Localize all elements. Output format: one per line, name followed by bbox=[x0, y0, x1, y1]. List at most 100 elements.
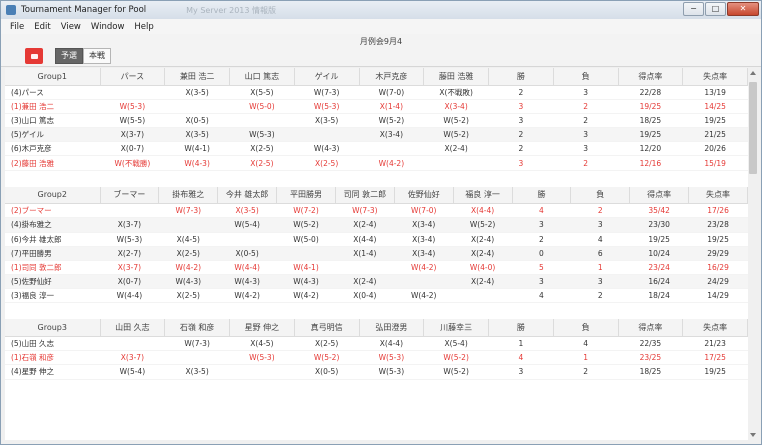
table-row[interactable]: (4)掛布雅之 X(3-7) W(5-4) W(5-2) X(2-4) X(3-4) W(5… bbox=[5, 217, 748, 233]
table-row[interactable]: (1)石嶺 和彦 X(3-7) W(5-3) W(5-2) W(5-3) W(5-2) 4 1… bbox=[5, 350, 748, 366]
result-cell: 14/29 bbox=[688, 288, 748, 304]
column-header[interactable]: ゲイル bbox=[294, 68, 360, 86]
column-header[interactable]: 失点率 bbox=[688, 186, 748, 205]
menu-help[interactable]: Help bbox=[129, 22, 158, 32]
column-header[interactable]: パース bbox=[100, 68, 166, 86]
result-cell: X(3-7) bbox=[100, 127, 165, 143]
result-cell: W(5-2) bbox=[423, 113, 489, 129]
title-bar[interactable]: Tournament Manager for Pool My Server 20… bbox=[1, 1, 761, 19]
result-cell: 16/29 bbox=[688, 260, 748, 276]
column-header[interactable]: 真弓明信 bbox=[294, 319, 360, 337]
column-header[interactable]: 勝 bbox=[488, 68, 554, 86]
table-row[interactable]: (6)木戸克彦 X(0-7) W(4-1) X(2-5) W(4-3) X(2-4) 2 3 1… bbox=[5, 141, 748, 157]
menu-window[interactable]: Window bbox=[86, 22, 130, 32]
table-row[interactable]: (2)ブーマー W(7-3) X(3-5) W(7-2) W(7-3) W(7-0) X(4… bbox=[5, 203, 748, 219]
table-row[interactable]: (7)平田勝男 X(2-7) X(2-5) X(0-5) X(1-4) X(3-4) X(2… bbox=[5, 246, 748, 261]
result-cell: W(5-0) bbox=[229, 99, 295, 114]
menu-view[interactable]: View bbox=[56, 22, 86, 32]
table-row[interactable]: (3)福良 淳一 W(4-4) X(2-5) W(4-2) W(4-2) X(0-4) W(… bbox=[5, 288, 748, 304]
vertical-scrollbar[interactable] bbox=[748, 68, 758, 440]
result-cell: 1 bbox=[570, 260, 630, 276]
minimize-button[interactable]: − bbox=[683, 2, 704, 16]
column-header[interactable]: 得点率 bbox=[629, 186, 690, 205]
result-cell: 3 bbox=[570, 217, 630, 233]
column-header[interactable]: 勝 bbox=[488, 319, 554, 337]
table-row[interactable]: (3)山口 篤志 W(5-5) X(0-5) X(3-5) W(5-2) W(5-2) 3 2… bbox=[5, 113, 748, 129]
scroll-down-icon[interactable] bbox=[750, 433, 756, 437]
result-cell: 19/25 bbox=[618, 127, 683, 143]
column-header[interactable]: 負 bbox=[553, 319, 619, 337]
group-grid: Group3 山田 久志 石嶺 和彦 星野 伸之 真弓明信 弘田澄男 川藤幸三勝負得点率 失点… bbox=[5, 319, 748, 380]
toolbar: 月例会9月4 予選 本戦 bbox=[1, 34, 761, 67]
scroll-up-icon[interactable] bbox=[750, 71, 756, 75]
player-name: (6)木戸克彦 bbox=[5, 141, 100, 157]
tab-main[interactable]: 本戦 bbox=[83, 48, 111, 64]
column-header[interactable]: 平田勝男 bbox=[276, 186, 336, 205]
stop-icon[interactable] bbox=[25, 48, 43, 64]
result-cell bbox=[164, 350, 230, 366]
result-cell: X(4-4) bbox=[453, 203, 513, 219]
result-cell bbox=[229, 364, 295, 380]
column-header[interactable]: 兼田 浩二 bbox=[164, 68, 230, 86]
result-cell: W(5-2) bbox=[359, 113, 424, 129]
result-cell: 35/42 bbox=[629, 203, 689, 219]
result-cell: W(7-3) bbox=[164, 336, 230, 352]
column-header[interactable]: 佐野仙好 bbox=[394, 186, 454, 205]
table-row[interactable]: (5)ゲイル X(3-7) X(3-5) W(5-3) X(3-4) W(5-2) 2 3 19… bbox=[5, 127, 748, 143]
result-cell: X(0-5) bbox=[217, 246, 277, 261]
column-header[interactable]: 山口 篤志 bbox=[229, 68, 295, 86]
result-cell: 21/25 bbox=[682, 127, 748, 143]
table-row[interactable]: (4)星野 伸之 W(5-4) X(3-5) X(0-5) W(5-3) W(5-2) 3 2… bbox=[5, 364, 748, 380]
table-row[interactable]: (1)司同 敦二郎 X(3-7) W(4-2) W(4-4) W(4-1) W(4-2) W… bbox=[5, 260, 748, 276]
table-row[interactable]: (5)山田 久志 W(7-3) X(4-5) X(2-5) X(4-4) X(5-4) 1 4… bbox=[5, 336, 748, 352]
column-header[interactable]: 勝 bbox=[512, 186, 572, 205]
result-cell: 4 bbox=[553, 336, 618, 352]
result-cell: 4 bbox=[570, 232, 630, 247]
menu-edit[interactable]: Edit bbox=[29, 22, 55, 32]
result-cell bbox=[359, 141, 424, 157]
scroll-thumb[interactable] bbox=[749, 82, 757, 174]
close-button[interactable]: ✕ bbox=[727, 2, 759, 16]
column-header[interactable]: 失点率 bbox=[682, 319, 748, 337]
result-cell: 5 bbox=[512, 260, 571, 276]
menu-file[interactable]: File bbox=[5, 22, 29, 32]
column-header[interactable]: 負 bbox=[570, 186, 631, 205]
result-cell bbox=[294, 127, 359, 143]
table-row[interactable]: (6)今井 雄太郎 W(5-3) X(4-5) W(5-0) X(4-4) X(3-4) X… bbox=[5, 232, 748, 247]
column-header[interactable]: ブーマー bbox=[100, 186, 160, 205]
result-cell: X(3-4) bbox=[423, 99, 489, 114]
player-name: (5)ゲイル bbox=[5, 127, 100, 143]
result-cell: X(3-4) bbox=[394, 232, 454, 247]
column-header[interactable]: 弘田澄男 bbox=[359, 319, 425, 337]
result-cell: W(4-4) bbox=[100, 288, 159, 304]
column-header[interactable]: 藤田 浩雅 bbox=[423, 68, 489, 86]
column-header[interactable]: 石嶺 和彦 bbox=[164, 319, 230, 337]
column-header[interactable]: 木戸克彦 bbox=[359, 68, 425, 86]
column-header[interactable]: 得点率 bbox=[618, 319, 684, 337]
column-header[interactable]: 福良 淳一 bbox=[453, 186, 513, 205]
maximize-button[interactable]: □ bbox=[705, 2, 726, 16]
column-header[interactable]: 星野 伸之 bbox=[229, 319, 295, 337]
column-header[interactable]: 今井 雄太郎 bbox=[217, 186, 278, 205]
column-header[interactable]: 山田 久志 bbox=[100, 319, 166, 337]
result-cell: 18/24 bbox=[629, 288, 689, 304]
column-header[interactable]: 川藤幸三 bbox=[423, 319, 489, 337]
player-name: (1)石嶺 和彦 bbox=[5, 350, 100, 366]
column-header[interactable]: 負 bbox=[553, 68, 619, 86]
result-cell: 14/25 bbox=[682, 99, 748, 114]
tab-qualifier[interactable]: 予選 bbox=[55, 48, 83, 64]
table-row[interactable]: (4)パース X(3-5) X(5-5) W(7-3) W(7-0) X(不戦敗) 2 3 22… bbox=[5, 85, 748, 100]
group-grid: Group2 ブーマー 掛布雅之 今井 雄太郎 平田勝男 司同 敦二郎 佐野仙好 福良 淳一勝… bbox=[5, 186, 748, 304]
table-row[interactable]: (1)兼田 浩二 W(5-3) W(5-0) W(5-3) X(1-4) X(3-4) 3 2… bbox=[5, 99, 748, 114]
column-header[interactable]: 得点率 bbox=[618, 68, 684, 86]
table-row[interactable]: (2)藤田 浩雅 W(不戦勝) W(4-3) X(2-5) X(2-5) W(4-2) 3 2… bbox=[5, 155, 748, 171]
column-header[interactable]: 司同 敦二郎 bbox=[335, 186, 395, 205]
window-controls: − □ ✕ bbox=[683, 2, 759, 16]
result-cell bbox=[453, 288, 513, 304]
result-cell: X(4-5) bbox=[229, 336, 295, 352]
result-cell: W(7-0) bbox=[359, 85, 424, 100]
column-header[interactable]: 掛布雅之 bbox=[158, 186, 219, 205]
table-row[interactable]: (5)佐野仙好 X(0-7) W(4-3) W(4-3) W(4-3) X(2-4) X(2… bbox=[5, 274, 748, 290]
column-header[interactable]: 失点率 bbox=[682, 68, 748, 86]
result-cell: 6 bbox=[570, 246, 630, 261]
